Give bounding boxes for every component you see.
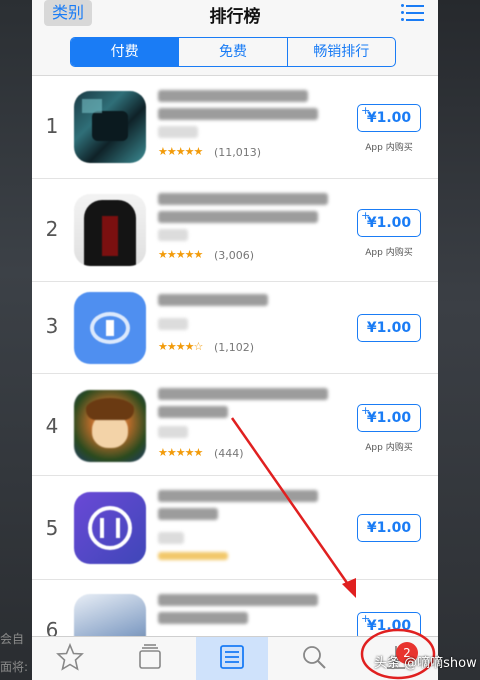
tab-search[interactable] xyxy=(278,637,350,680)
list-item[interactable]: 2 ★★★★★ (3,006) + ¥1.00 App 内购买 xyxy=(32,179,438,282)
price-button[interactable]: + ¥1.00 xyxy=(357,209,421,237)
app-icon[interactable] xyxy=(74,390,146,462)
segment-paid[interactable]: 付费 xyxy=(71,38,179,66)
review-count: (11,013) xyxy=(214,146,262,159)
price-label: ¥1.00 xyxy=(366,410,412,426)
list-icon[interactable] xyxy=(401,4,424,21)
tab-featured[interactable] xyxy=(34,637,106,680)
backdrop-left xyxy=(0,0,32,680)
app-icon[interactable] xyxy=(74,91,146,163)
app-icon[interactable] xyxy=(74,194,146,266)
rating-stars: ★★★★★ xyxy=(158,145,203,158)
tab-top-charts[interactable] xyxy=(196,637,268,680)
review-count: (444) xyxy=(214,447,244,460)
price-label: ¥1.00 xyxy=(366,110,412,126)
price-button[interactable]: + ¥1.00 xyxy=(357,104,421,132)
review-count: (3,006) xyxy=(214,249,255,262)
star-icon xyxy=(56,643,84,671)
list-item[interactable]: 3 ★★★★☆ (1,102) ¥1.00 xyxy=(32,282,438,374)
price-button[interactable]: + ¥1.00 xyxy=(357,404,421,432)
plus-icon: + xyxy=(361,209,371,222)
in-app-purchase-note: App 内购买 xyxy=(365,248,413,258)
rank-number: 4 xyxy=(45,414,59,438)
segmented-control: 付费 免费 畅销排行 xyxy=(70,37,396,67)
plus-icon: + xyxy=(361,404,371,417)
price-label: ¥1.00 xyxy=(366,520,412,536)
segment-bar: 付费 免费 畅销排行 xyxy=(32,30,438,76)
plus-icon: + xyxy=(361,104,371,117)
price-button[interactable]: ¥1.00 xyxy=(357,314,421,342)
rating-stars: ★★★★★ xyxy=(158,446,203,459)
review-count: (1,102) xyxy=(214,341,255,354)
plus-icon: + xyxy=(361,612,371,625)
segment-free[interactable]: 免费 xyxy=(178,38,286,66)
price-label: ¥1.00 xyxy=(366,618,412,634)
segment-top-grossing[interactable]: 畅销排行 xyxy=(286,38,395,66)
list-item[interactable]: 5 ¥1.00 xyxy=(32,476,438,580)
app-store-screen: 类别 排行榜 付费 免费 畅销排行 1 ★★★★★ (11,013) + ¥1.… xyxy=(32,0,438,680)
price-label: ¥1.00 xyxy=(366,215,412,231)
app-ranking-list: 1 ★★★★★ (11,013) + ¥1.00 App 内购买 2 ★★★★★… xyxy=(32,76,438,666)
list-item[interactable]: 6 + ¥1.00 xyxy=(32,580,438,666)
navigation-bar: 类别 排行榜 xyxy=(32,0,438,30)
in-app-purchase-note: App 内购买 xyxy=(365,443,413,453)
backdrop-right xyxy=(438,0,480,680)
rating-stars: ★★★★☆ xyxy=(158,340,203,353)
side-text: 面将: xyxy=(0,660,29,674)
list-item[interactable]: 4 ★★★★★ (444) + ¥1.00 App 内购买 xyxy=(32,374,438,476)
price-button[interactable]: ¥1.00 xyxy=(357,514,421,542)
rank-number: 2 xyxy=(45,217,59,241)
tab-categories[interactable] xyxy=(114,637,186,680)
rank-number: 5 xyxy=(45,516,59,540)
stack-icon xyxy=(139,644,161,669)
rank-number: 1 xyxy=(45,114,59,138)
watermark: 头条 @嘀嘀show xyxy=(374,656,477,671)
rank-number: 3 xyxy=(45,314,59,338)
list-item[interactable]: 1 ★★★★★ (11,013) + ¥1.00 App 内购买 xyxy=(32,76,438,179)
rating-stars: ★★★★★ xyxy=(158,248,203,261)
app-icon[interactable] xyxy=(74,492,146,564)
search-icon xyxy=(303,646,326,669)
list-icon xyxy=(220,645,244,669)
page-title: 排行榜 xyxy=(209,7,261,27)
app-icon[interactable] xyxy=(74,292,146,364)
side-text: 会自 xyxy=(0,632,25,646)
price-label: ¥1.00 xyxy=(366,320,412,336)
in-app-purchase-note: App 内购买 xyxy=(365,143,413,153)
